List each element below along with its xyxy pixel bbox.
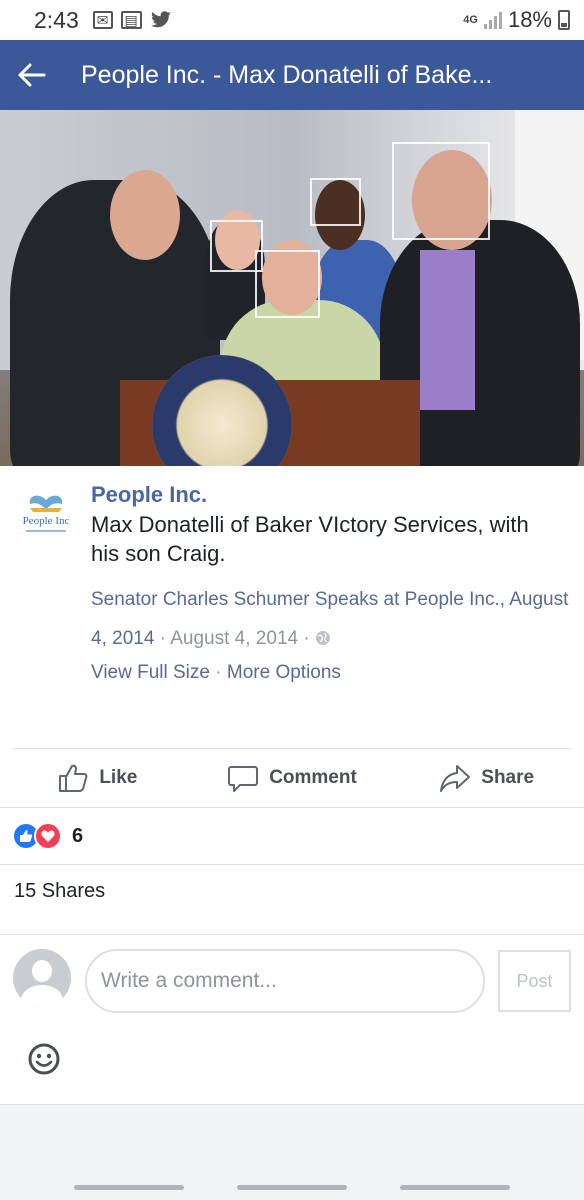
- love-reaction-icon: [34, 822, 62, 850]
- nav-home[interactable]: [237, 1185, 347, 1190]
- nav-recent-apps[interactable]: [74, 1185, 184, 1190]
- page-title: People Inc. - Max Donatelli of Bake...: [81, 60, 493, 89]
- face-tag-box[interactable]: [255, 250, 320, 318]
- face-tag-box[interactable]: [310, 178, 361, 226]
- status-bar: 2:43 ✉ ▤ 4G 18%: [0, 0, 584, 40]
- battery-percent: 18%: [507, 7, 552, 32]
- app-bar: People Inc. - Max Donatelli of Bake...: [0, 40, 584, 110]
- post-photo[interactable]: [0, 110, 584, 466]
- post-comment-button[interactable]: Post: [498, 950, 571, 1012]
- view-full-size-link[interactable]: View Full Size: [91, 662, 210, 683]
- emoji-icon[interactable]: [27, 1042, 61, 1076]
- notification-icon: ▤: [120, 11, 142, 29]
- shares-count[interactable]: 15 Shares: [14, 880, 105, 903]
- album-info: Senator Charles Schumer Speaks at People…: [91, 589, 569, 649]
- share-button[interactable]: Share: [389, 762, 584, 794]
- page-logo[interactable]: People Inc: [16, 490, 76, 540]
- thumbs-up-icon: [59, 764, 88, 792]
- reaction-count: 6: [72, 824, 84, 847]
- back-button[interactable]: [0, 40, 64, 110]
- comment-input[interactable]: [85, 949, 485, 1013]
- more-options-link[interactable]: More Options: [227, 662, 341, 683]
- status-right: 4G 18%: [463, 7, 570, 33]
- svg-text:People Inc: People Inc: [23, 515, 70, 527]
- page-name-link[interactable]: People Inc.: [91, 482, 207, 508]
- globe-icon: [315, 631, 330, 645]
- user-avatar: [13, 949, 71, 1007]
- comment-button[interactable]: Comment: [195, 762, 390, 794]
- status-time: 2:43: [34, 6, 79, 33]
- divider: [0, 807, 584, 808]
- divider: [0, 934, 584, 935]
- post-caption: Max Donatelli of Baker VIctory Services,…: [91, 512, 529, 566]
- signal-icon: [483, 11, 502, 29]
- face-tag-box[interactable]: [392, 142, 490, 240]
- post-date: August 4, 2014: [170, 628, 299, 649]
- photo-links: View Full Size · More Options: [91, 662, 341, 683]
- share-icon: [440, 765, 471, 792]
- like-button[interactable]: Like: [0, 762, 195, 794]
- comment-icon: [228, 766, 259, 792]
- reactions-summary[interactable]: 6: [12, 822, 83, 850]
- notification-icon: ✉: [92, 11, 113, 29]
- back-arrow-icon: [18, 63, 46, 87]
- nav-back[interactable]: [400, 1185, 510, 1190]
- action-bar: Like Comment Share: [0, 749, 584, 807]
- battery-icon: [558, 10, 570, 30]
- network-indicator: 4G: [463, 14, 478, 26]
- twitter-icon: [150, 11, 171, 28]
- status-notification-icons: ✉ ▤: [92, 11, 172, 29]
- divider: [0, 864, 584, 865]
